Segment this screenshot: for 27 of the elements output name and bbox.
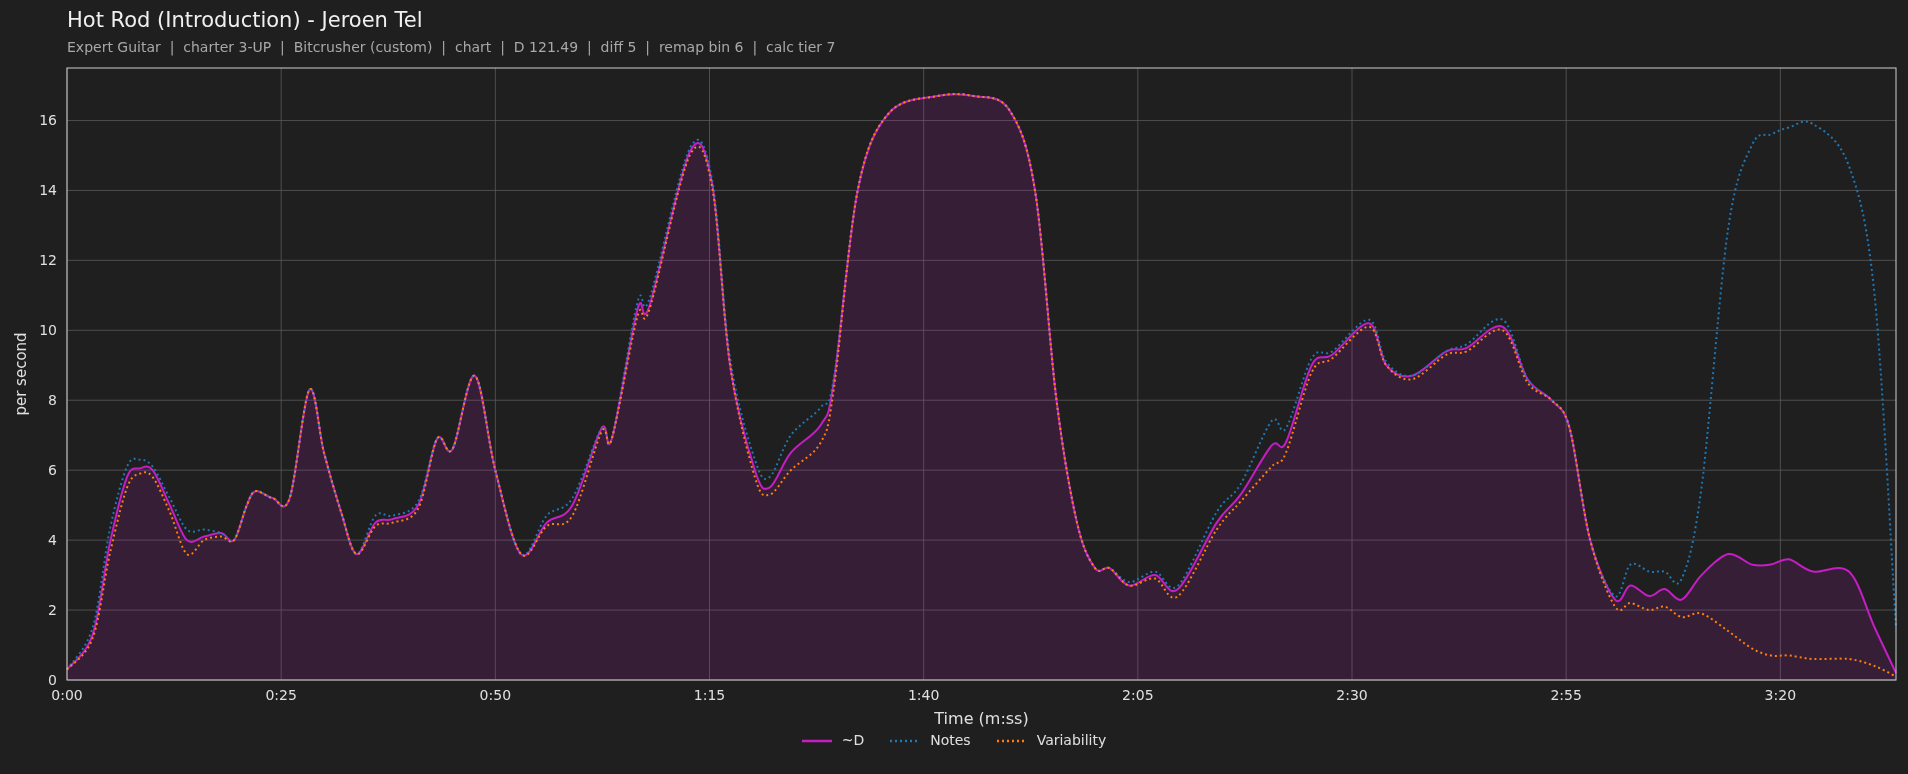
legend-label: ~D	[841, 731, 865, 750]
x-tick-label: 0:50	[479, 687, 512, 703]
y-tick-label: 14	[39, 182, 57, 199]
x-tick-label: 0:25	[265, 687, 297, 703]
x-tick-label: 3:20	[1764, 687, 1797, 703]
y-tick-label: 12	[39, 252, 57, 269]
x-tick-label: 2:30	[1336, 687, 1368, 703]
y-tick-label: 6	[48, 462, 57, 479]
y-tick-label: 10	[39, 322, 57, 339]
legend-line-icon	[996, 738, 1027, 743]
y-tick-label: 8	[48, 392, 57, 409]
legend-line-icon	[801, 738, 832, 743]
y-tick-label: 4	[48, 532, 57, 549]
chart-title: Hot Rod (Introduction) - Jeroen Tel	[67, 7, 423, 34]
x-tick-label: 1:15	[693, 687, 726, 703]
chart-subtitle: Expert Guitar | charter 3-UP | Bitcrusher (custom) | chart | D 121.49 | diff 5 | remap bin 6 | calc tier 7	[67, 38, 836, 56]
x-tick-label: 2:55	[1550, 687, 1582, 703]
x-axis-label: Time (m:ss)	[934, 709, 1029, 728]
y-tick-label: 0	[48, 672, 57, 688]
y-tick-label: 16	[39, 112, 57, 129]
legend-label: Variability	[1036, 731, 1107, 750]
x-tick-label: 1:40	[907, 687, 940, 703]
legend-label: Notes	[930, 731, 971, 750]
y-axis-label: per second	[12, 332, 30, 416]
x-tick-label: 0:00	[51, 687, 83, 703]
x-tick-label: 2:05	[1122, 687, 1154, 703]
y-tick-label: 2	[48, 602, 57, 619]
